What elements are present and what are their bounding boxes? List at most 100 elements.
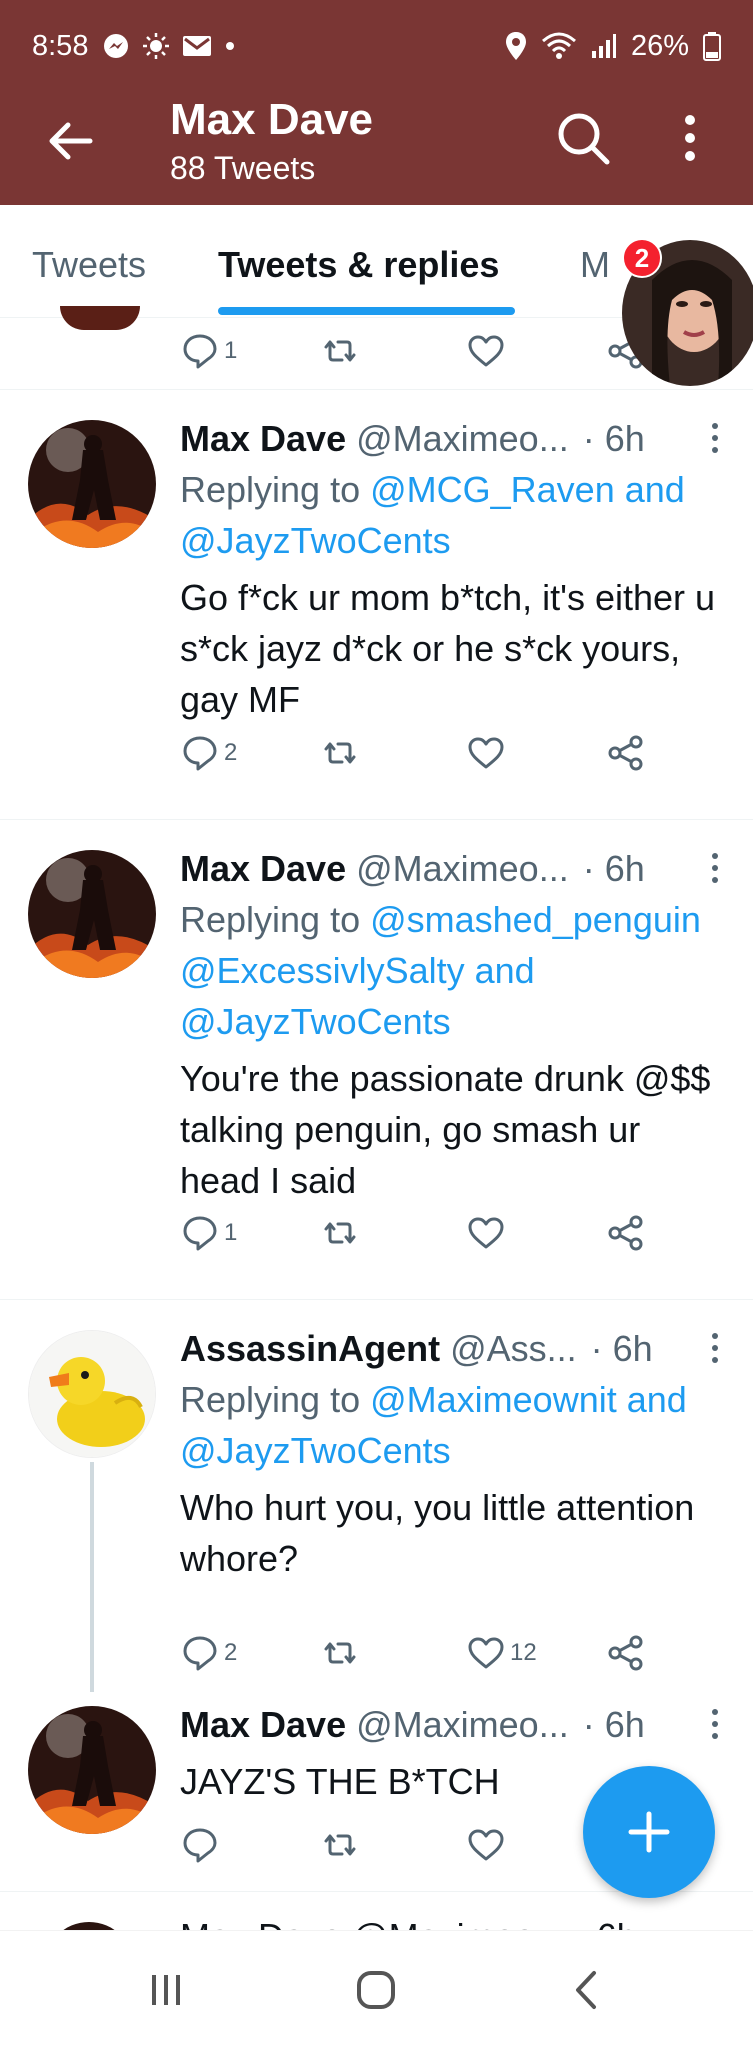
retweet-button[interactable]	[320, 1208, 360, 1258]
battery-percent: 26%	[630, 29, 689, 62]
tweet-text: Who hurt you, you little attention whore…	[180, 1487, 695, 1579]
messenger-icon	[104, 34, 129, 58]
reply-icon	[183, 334, 217, 369]
reply-icon	[183, 1216, 217, 1251]
tweet-more-icon[interactable]	[705, 850, 725, 886]
display-name[interactable]: Max Dave	[180, 418, 346, 460]
retweet-button[interactable]	[320, 326, 360, 376]
tweet-header: Max Dave @Maximeo... · 6h	[180, 844, 725, 894]
like-button[interactable]	[466, 326, 506, 376]
signal-icon	[591, 34, 616, 58]
thread-connector	[90, 1462, 94, 1692]
avatar[interactable]	[28, 1706, 156, 1834]
app-bar: Max Dave 88 Tweets	[0, 88, 753, 198]
status-system-icons: 26%	[505, 30, 721, 63]
reply-button[interactable]: 2	[180, 728, 237, 778]
tweet-more-icon[interactable]	[705, 1706, 725, 1742]
retweet-button[interactable]	[320, 1820, 360, 1870]
notification-badge: 2	[622, 238, 662, 278]
display-name[interactable]: Max Dave	[180, 1704, 346, 1746]
avatar[interactable]	[28, 850, 156, 978]
user-handle[interactable]: @Maximeo...	[356, 848, 569, 890]
tweet-body: AssassinAgent @Ass... · 6h Replying to @…	[180, 1324, 725, 1584]
tab-media[interactable]: M	[580, 243, 610, 287]
avatar[interactable]	[28, 1330, 156, 1458]
profile-title-block: Max Dave 88 Tweets	[170, 92, 373, 188]
home-icon[interactable]	[346, 1965, 406, 2015]
replying-to: Replying to @MCG_Raven and @JayzTwoCents	[180, 464, 725, 566]
active-tab-indicator	[218, 307, 515, 315]
reply-button[interactable]: 1	[180, 326, 237, 376]
reply-button[interactable]: 1	[180, 1208, 237, 1258]
retweet-icon	[324, 1642, 356, 1664]
tweet[interactable]: AssassinAgent @Ass... · 6h Replying to @…	[0, 1300, 753, 1692]
reply-count: 1	[224, 337, 238, 364]
system-navigation-bar	[0, 1930, 753, 2048]
back-arrow-icon[interactable]	[44, 116, 94, 166]
tweet-actions: 2	[180, 728, 680, 778]
retweet-icon	[324, 1834, 356, 1856]
back-icon[interactable]	[556, 1965, 616, 2015]
tweet[interactable]: Max Dave @Maximeo... · 6h Replying to @s…	[0, 820, 753, 1300]
tweet[interactable]: Max Dave @Maximeo... · 6h Replying to @M…	[0, 390, 753, 820]
tweet-time: · 6h	[582, 1704, 645, 1745]
like-button[interactable]	[466, 728, 510, 778]
reply-count: 2	[224, 1639, 238, 1666]
like-icon	[468, 1829, 504, 1861]
tweet-body: Max Dave @Maximeo... · 6h Replying to @s…	[180, 844, 725, 1206]
more-vertical-icon[interactable]	[670, 110, 710, 166]
replying-to-label: Replying to	[180, 469, 371, 510]
location-icon	[505, 32, 526, 60]
status-time: 8:58	[32, 29, 89, 62]
share-icon	[608, 1635, 643, 1671]
recents-icon[interactable]	[136, 1965, 196, 2015]
avatar	[60, 306, 140, 330]
tweet-time: · 6h	[582, 848, 645, 889]
tab-tweets[interactable]: Tweets	[32, 243, 146, 287]
tweet-time: · 6h	[582, 418, 645, 459]
tweet-body: Max Dave @Maximeo... · 6h Replying to @M…	[180, 414, 725, 725]
reply-icon	[183, 1636, 217, 1671]
user-handle[interactable]: @Ass...	[450, 1328, 577, 1370]
compose-button[interactable]	[583, 1766, 715, 1898]
tweet-actions: 1	[180, 326, 680, 376]
reply-icon	[183, 1828, 217, 1863]
replying-to-label: Replying to	[180, 899, 371, 940]
tweet-text: Go f*ck ur mom b*tch, it's either u s*ck…	[180, 577, 716, 720]
like-button[interactable]	[466, 1208, 510, 1258]
user-handle[interactable]: @Maximeo...	[356, 1704, 569, 1746]
tweet-more-icon[interactable]	[705, 420, 725, 456]
tab-tweets-and-replies[interactable]: Tweets & replies	[218, 243, 499, 287]
avatar	[44, 1922, 134, 1930]
share-button[interactable]	[606, 728, 646, 778]
status-bar: 8:58 26%	[32, 24, 721, 68]
user-handle[interactable]: @Maximeo...	[356, 418, 569, 460]
tweet-time: · 6h	[590, 1328, 653, 1369]
display-name[interactable]: Max Dave	[180, 848, 346, 890]
like-icon	[468, 1217, 504, 1249]
replying-to-label: Replying to	[180, 1379, 371, 1420]
reply-button[interactable]	[180, 1820, 224, 1870]
profile-name: Max Dave	[170, 95, 374, 144]
like-icon	[468, 335, 504, 367]
like-icon	[468, 1637, 504, 1669]
tweet-more-icon[interactable]	[705, 1330, 725, 1366]
retweet-button[interactable]	[320, 728, 360, 778]
display-name[interactable]: AssassinAgent	[180, 1328, 440, 1370]
search-icon[interactable]	[555, 110, 611, 166]
share-button[interactable]	[606, 1208, 646, 1258]
tweet-header: AssassinAgent @Ass... · 6h	[180, 1324, 725, 1374]
gmail-icon	[183, 36, 212, 56]
battery-icon	[703, 32, 721, 61]
reply-count: 1	[224, 1219, 238, 1246]
tweet-header: Max Dave @Maximeo... · 6h	[180, 1700, 725, 1750]
avatar[interactable]	[28, 420, 156, 548]
tweet-actions: 1	[180, 1208, 680, 1258]
tweet-header: Max Dave @Maximeo... · 6h	[180, 414, 725, 464]
brightness-icon	[143, 33, 170, 59]
replying-to: Replying to @Maximeownit and @JayzTwoCen…	[180, 1374, 725, 1476]
reply-count: 2	[224, 739, 238, 766]
like-button[interactable]	[466, 1820, 510, 1870]
wifi-icon	[541, 32, 576, 59]
retweet-icon	[324, 340, 356, 362]
